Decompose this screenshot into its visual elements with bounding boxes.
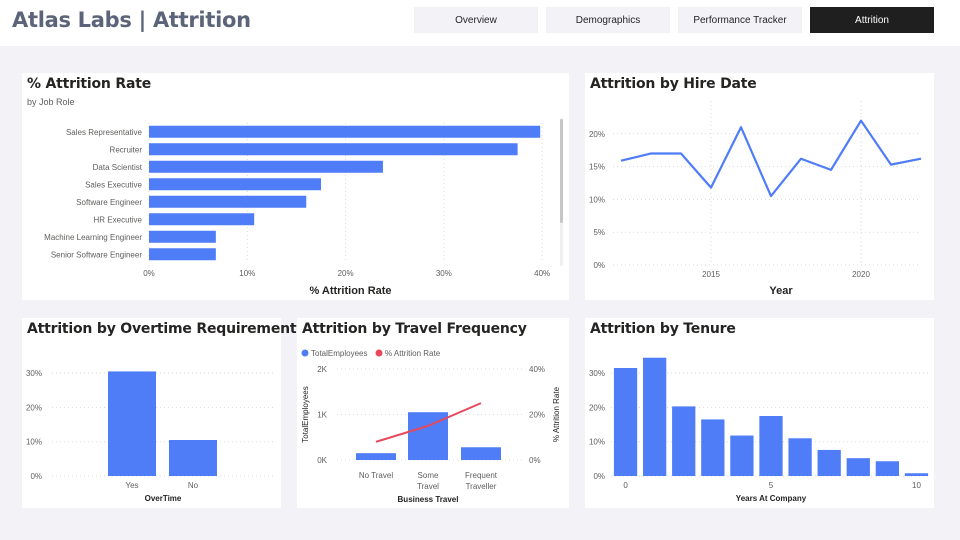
y-tick-label: 1K [317, 411, 327, 420]
legend-label: TotalEmployees [311, 349, 367, 358]
x-tick-label: 0% [143, 269, 155, 278]
y-tick-label: Recruiter [110, 145, 143, 154]
card-attrition-by-overtime: Attrition by Overtime Requirement 0% 10% 2… [22, 318, 297, 508]
x-tick-label: 2020 [852, 270, 870, 279]
y-tick-label: 10% [589, 438, 605, 447]
x-tick-label: Traveller [466, 482, 497, 491]
y-tick-label: 5% [593, 228, 605, 237]
bar [461, 447, 501, 460]
y-tick-label: Software Engineer [76, 198, 142, 207]
x-tick-label: Some [418, 471, 439, 480]
x-tick-label: 0 [623, 481, 628, 490]
y-tick-label: 20% [589, 403, 605, 412]
y-tick-label: 10% [26, 438, 42, 447]
bar [149, 195, 307, 208]
y-tick-label: 0K [317, 456, 327, 465]
x-axis-title: Year [769, 285, 793, 297]
bar [817, 449, 841, 476]
bar [149, 160, 383, 173]
card-attrition-by-job-role: % Attrition Rate by Job Role 0% 10% 20% 30%… [22, 73, 569, 300]
scrollbar-thumb [560, 119, 563, 223]
bar [672, 406, 696, 476]
legend-marker-attrition [375, 349, 383, 357]
tab-demographics[interactable]: Demographics [546, 7, 670, 33]
y-tick-label: 20% [26, 403, 42, 412]
bar [875, 461, 899, 476]
x-tick-label: No Travel [359, 471, 393, 480]
bar [169, 440, 217, 476]
bar [643, 357, 667, 476]
y-tick-label: 0% [30, 472, 42, 481]
bar [149, 248, 216, 261]
bar [149, 178, 322, 191]
job-role-bar-chart: 0% 10% 20% 30% 40% Sales Representative Recrui… [44, 118, 563, 297]
bar [613, 368, 638, 476]
tab-attrition[interactable]: Attrition [810, 7, 934, 33]
x-tick-label: 10% [239, 269, 255, 278]
bar [108, 371, 156, 476]
bar [701, 419, 725, 476]
x-tick-label: 30% [436, 269, 452, 278]
bar [149, 143, 518, 156]
y-tick-label: Sales Executive [85, 180, 142, 189]
nav-tabs: Overview Demographics Performance Tracke… [414, 7, 934, 33]
y-tick-label: 0% [593, 261, 605, 270]
y2-tick-label: 40% [529, 365, 545, 374]
hire-date-line-chart: 0% 5% 10% 15% 20% 2015 2020 Year [589, 101, 922, 297]
y-tick-label: 2K [317, 365, 327, 374]
x-tick-label: 10 [912, 481, 921, 490]
x-tick-label: Travel [417, 482, 439, 491]
x-tick-label: 20% [338, 269, 354, 278]
x-axis-title: Years At Company [736, 494, 807, 503]
tab-performance-tracker[interactable]: Performance Tracker [678, 7, 802, 33]
header-bar: Atlas Labs | Attrition Overview Demograp… [0, 0, 960, 46]
travel-combo-chart: TotalEmployees % Attrition Rate 0K 1K 2K 0% 20… [301, 349, 561, 504]
bar [759, 416, 783, 476]
legend-marker-employees [301, 349, 309, 357]
y-tick-label: 15% [589, 163, 605, 172]
y2-axis-title: % Attrition Rate [552, 386, 561, 442]
x-tick-label: Frequent [465, 471, 498, 480]
bar [730, 435, 754, 476]
bar [149, 213, 255, 226]
bar [788, 438, 812, 476]
y-tick-label: Data Scientist [93, 163, 143, 172]
x-axis-title: OverTime [145, 494, 182, 503]
y-tick-label: Senior Software Engineer [51, 250, 143, 259]
overtime-bar-chart: 0% 10% 20% 30% Yes No OverTime [26, 369, 276, 503]
series-line [620, 119, 922, 198]
x-axis-title: Business Travel [398, 495, 459, 504]
card-attrition-by-hire-date: Attrition by Hire Date 0% 5% 10% 15% 20% 2015… [585, 73, 934, 300]
y-tick-label: 30% [589, 369, 605, 378]
y-tick-label: Sales Representative [66, 128, 143, 137]
legend-label: % Attrition Rate [385, 349, 441, 358]
card-attrition-by-tenure: Attrition by Tenure 0% 10% 20% 30% 0 5 10 Years… [585, 318, 934, 508]
x-tick-label: Yes [125, 481, 138, 490]
x-tick-label: 40% [534, 269, 550, 278]
y-tick-label: 20% [589, 130, 605, 139]
app-title: Atlas Labs | Attrition [12, 8, 251, 32]
x-axis-title: % Attrition Rate [309, 285, 391, 297]
x-tick-label: No [188, 481, 199, 490]
bar [904, 473, 929, 476]
x-tick-label: 5 [769, 481, 774, 490]
y-tick-label: HR Executive [94, 215, 143, 224]
y-tick-label: 10% [589, 195, 605, 204]
card-attrition-by-travel: Attrition by Travel Frequency TotalEmplo… [297, 318, 569, 508]
tenure-bar-chart: 0% 10% 20% 30% 0 5 10 Years At Company [589, 357, 931, 503]
y-tick-label: 0% [593, 472, 605, 481]
y-axis-title: TotalEmployees [301, 386, 310, 442]
bar [356, 453, 396, 460]
y2-tick-label: 0% [529, 456, 541, 465]
bar [149, 230, 216, 243]
y-tick-label: Machine Learning Engineer [44, 233, 142, 242]
y-tick-label: 30% [26, 369, 42, 378]
tab-overview[interactable]: Overview [414, 7, 538, 33]
bar [846, 458, 870, 476]
x-tick-label: 2015 [702, 270, 720, 279]
bar [149, 125, 541, 138]
y2-tick-label: 20% [529, 411, 545, 420]
